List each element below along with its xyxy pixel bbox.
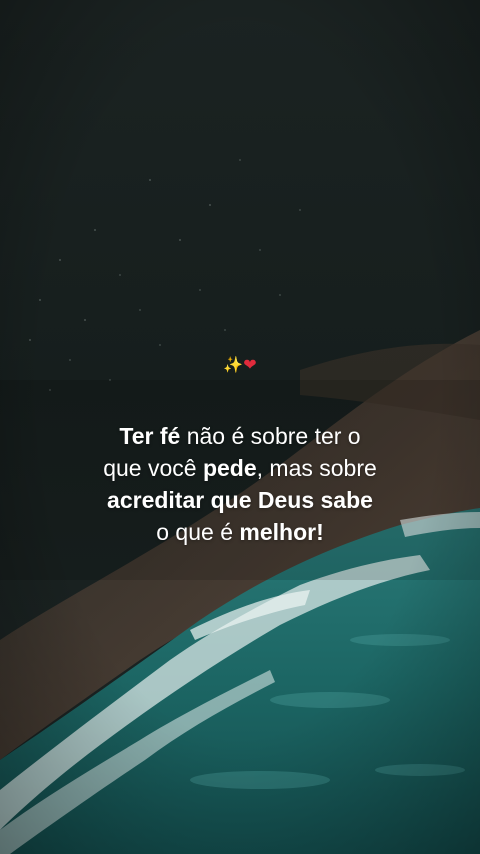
quote-bold: acreditar que Deus sabe (107, 487, 373, 513)
quote-bold: melhor! (239, 519, 324, 545)
quote-line-2: que você pede, mas sobre (40, 452, 440, 484)
quote-regular: que você (103, 455, 203, 481)
story-screen: ✨❤ Ter fé não é sobre ter o que você ped… (0, 0, 480, 854)
quote-regular: o que é (156, 519, 240, 545)
quote-bold: Ter fé (119, 423, 181, 449)
quote-text: Ter fé não é sobre ter o que você pede, … (40, 420, 440, 548)
quote-regular: não é sobre ter o (180, 423, 361, 449)
quote-line-3: acreditar que Deus sabe (40, 484, 440, 516)
quote-regular: , mas sobre (256, 455, 377, 481)
emoji-row: ✨❤ (0, 355, 480, 375)
heart-icon: ❤ (243, 355, 257, 374)
quote-line-1: Ter fé não é sobre ter o (40, 420, 440, 452)
quote-bold: pede (202, 455, 257, 481)
sparkles-icon: ✨ (223, 355, 244, 374)
quote-line-4: o que é melhor! (40, 516, 440, 548)
